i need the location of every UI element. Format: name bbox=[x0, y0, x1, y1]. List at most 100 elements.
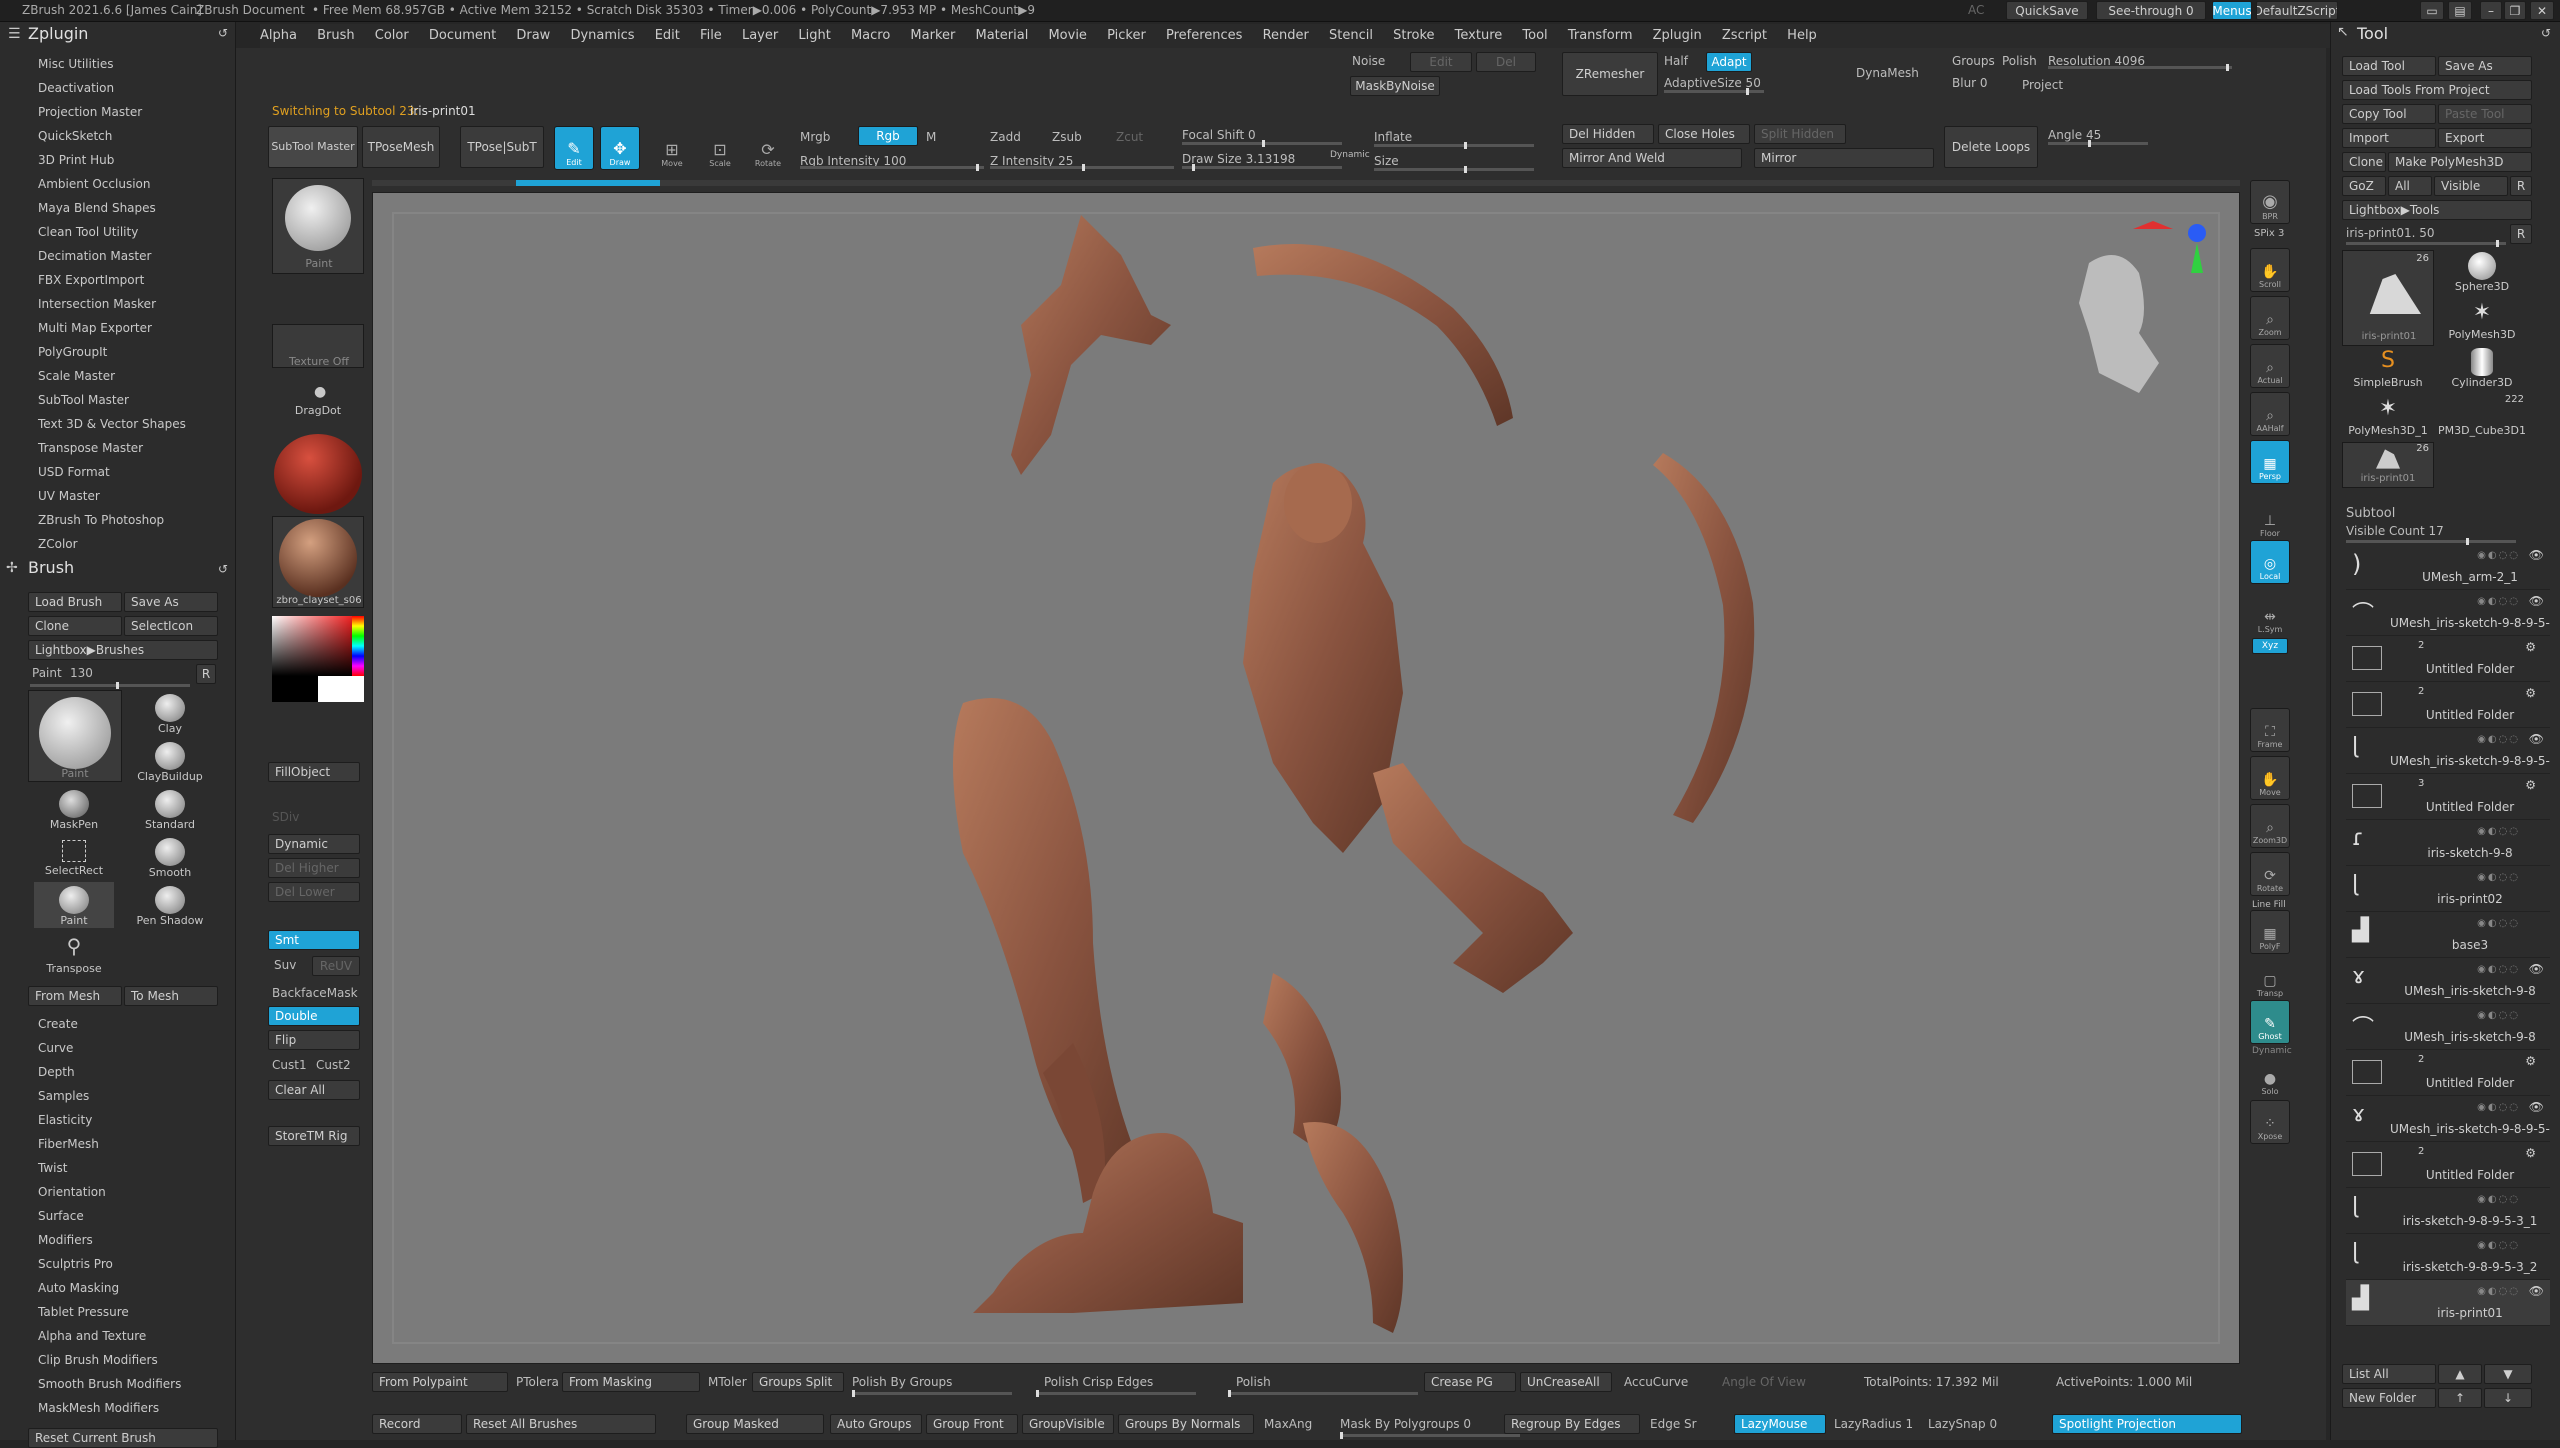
move-palette-icon[interactable]: ↖ bbox=[2337, 24, 2349, 40]
move-view-button[interactable]: ✋ Move bbox=[2250, 756, 2290, 800]
zcut-toggle[interactable]: Zcut bbox=[1116, 130, 1143, 144]
material-picker[interactable]: zbro_clayset_s06 bbox=[272, 516, 364, 608]
project-toggle[interactable]: Project bbox=[2022, 78, 2063, 92]
menu-stencil[interactable]: Stencil bbox=[1329, 24, 1373, 48]
subtool-row[interactable]: ) ◉◐◌◌ 👁 UMesh_arm-2_1 bbox=[2346, 544, 2550, 590]
export-button[interactable]: Export bbox=[2438, 128, 2532, 148]
menu-movie[interactable]: Movie bbox=[1048, 24, 1086, 48]
plugin-item[interactable]: ZBrush To Photoshop bbox=[0, 508, 236, 532]
lightbox-tools-button[interactable]: Lightbox▶Tools bbox=[2342, 200, 2532, 220]
zadd-toggle[interactable]: Zadd bbox=[990, 130, 1021, 144]
polyf-button[interactable]: ▦ PolyF bbox=[2250, 910, 2290, 954]
bpr-button[interactable]: ◉ BPR bbox=[2250, 180, 2290, 224]
m-toggle[interactable]: M bbox=[926, 130, 936, 144]
menu-color[interactable]: Color bbox=[375, 24, 409, 48]
noise-edit-button[interactable]: Edit bbox=[1410, 52, 1472, 72]
zremesher-button[interactable]: ZRemesher bbox=[1562, 52, 1658, 96]
menu-file[interactable]: File bbox=[700, 24, 722, 48]
rotate-view-button[interactable]: ⟳ Rotate bbox=[2250, 852, 2290, 896]
reuv-button[interactable]: ReUV bbox=[312, 956, 360, 976]
clay-brush[interactable]: Clay bbox=[130, 690, 210, 736]
refresh-icon[interactable]: ↺ bbox=[218, 26, 228, 40]
menu-stroke[interactable]: Stroke bbox=[1393, 24, 1434, 48]
polish-toggle[interactable]: Polish bbox=[2002, 54, 2037, 68]
solo-button[interactable]: ● Solo bbox=[2250, 1054, 2290, 1098]
plugin-item[interactable]: USD Format bbox=[0, 460, 236, 484]
from-mesh-button[interactable]: From Mesh bbox=[28, 986, 122, 1006]
noise-toggle[interactable]: Noise bbox=[1352, 54, 1385, 68]
focal-shift-slider[interactable] bbox=[1182, 140, 1342, 147]
minimize-icon[interactable]: – bbox=[2480, 1, 2502, 20]
subtool-row[interactable]: ɾ ◉◐◌◌ iris-sketch-9-8 bbox=[2346, 820, 2550, 866]
menu-transform[interactable]: Transform bbox=[1568, 24, 1633, 48]
menu-zplugin[interactable]: Zplugin bbox=[1653, 24, 1702, 48]
subtool-row[interactable]: ɭ ◉◐◌◌ 👁 UMesh_iris-sketch-9-8-9-5-3_6 bbox=[2346, 728, 2550, 774]
move-button[interactable]: ⊞ Move bbox=[652, 126, 692, 170]
brush-subpalette[interactable]: Orientation bbox=[0, 1180, 236, 1204]
load-tool-button[interactable]: Load Tool bbox=[2342, 56, 2436, 76]
plugin-item[interactable]: PolyGroupIt bbox=[0, 340, 236, 364]
paste-tool-button[interactable]: Paste Tool bbox=[2438, 104, 2532, 124]
floor-button[interactable]: ⊥ Floor bbox=[2250, 496, 2290, 540]
mask-by-polygroups-slider[interactable] bbox=[1340, 1432, 1520, 1439]
gear-icon[interactable]: ⚙ bbox=[2525, 778, 2536, 792]
subtool-toggles[interactable]: ◉◐◌◌ bbox=[2477, 964, 2520, 975]
plugin-item[interactable]: Decimation Master bbox=[0, 244, 236, 268]
crease-pg-button[interactable]: Crease PG bbox=[1424, 1372, 1516, 1392]
plugin-item[interactable]: Scale Master bbox=[0, 364, 236, 388]
subtool-row[interactable]: 2 ⚙ Untitled Folder bbox=[2346, 682, 2550, 728]
menu-marker[interactable]: Marker bbox=[910, 24, 955, 48]
copy-tool-button[interactable]: Copy Tool bbox=[2342, 104, 2436, 124]
smt-toggle[interactable]: Smt bbox=[268, 930, 360, 950]
rotate-button[interactable]: ⟳ Rotate bbox=[748, 126, 788, 170]
reset-current-brush-button[interactable]: Reset Current Brush bbox=[28, 1428, 218, 1448]
goz-all-button[interactable]: All bbox=[2388, 176, 2432, 196]
plugin-item[interactable]: SubTool Master bbox=[0, 388, 236, 412]
subtool-toggles[interactable]: ◉◐◌◌ bbox=[2477, 596, 2520, 607]
layout-icon[interactable]: ▤ bbox=[2448, 1, 2472, 20]
subtool-toggles[interactable]: ◉◐◌◌ bbox=[2477, 1286, 2520, 1297]
subtool-toggles[interactable]: ◉◐◌◌ bbox=[2477, 550, 2520, 561]
standard-brush[interactable]: Standard bbox=[130, 786, 210, 832]
clear-all-button[interactable]: Clear All bbox=[268, 1080, 360, 1100]
brush-header[interactable]: Brush bbox=[28, 558, 74, 577]
list-all-button[interactable]: List All bbox=[2342, 1364, 2436, 1384]
plugin-item[interactable]: Multi Map Exporter bbox=[0, 316, 236, 340]
polish-crisp-slider[interactable] bbox=[1036, 1390, 1196, 1397]
resolution-slider[interactable] bbox=[2048, 64, 2232, 71]
group-visible-button[interactable]: GroupVisible bbox=[1022, 1414, 1114, 1434]
brush-subpalette[interactable]: Surface bbox=[0, 1204, 236, 1228]
plugin-item[interactable]: Intersection Masker bbox=[0, 292, 236, 316]
plugin-item[interactable]: Ambient Occlusion bbox=[0, 172, 236, 196]
brush-subpalette[interactable]: Smooth Brush Modifiers bbox=[0, 1372, 236, 1396]
eye-icon[interactable]: 👁 bbox=[2529, 594, 2544, 608]
dynamesh-toggle[interactable]: DynaMesh bbox=[1856, 66, 1919, 80]
subtool-toggles[interactable]: ◉◐◌◌ bbox=[2477, 918, 2520, 929]
z-intensity-slider[interactable] bbox=[990, 164, 1174, 171]
brush-subpalette[interactable]: Auto Masking bbox=[0, 1276, 236, 1300]
refresh-icon[interactable]: ↺ bbox=[218, 562, 228, 576]
brush-subpalette[interactable]: Twist bbox=[0, 1156, 236, 1180]
restore-icon[interactable]: ❐ bbox=[2504, 1, 2526, 20]
eye-icon[interactable]: 👁 bbox=[2529, 1100, 2544, 1114]
goz-visible-button[interactable]: Visible bbox=[2434, 176, 2508, 196]
brush-subpalette[interactable]: Create bbox=[0, 1012, 236, 1036]
menu-help[interactable]: Help bbox=[1787, 24, 1817, 48]
reset-all-brushes-button[interactable]: Reset All Brushes bbox=[466, 1414, 656, 1434]
load-brush-button[interactable]: Load Brush bbox=[28, 592, 122, 612]
subtool-row[interactable]: ▟ ◉◐◌◌ base3 bbox=[2346, 912, 2550, 958]
current-tool-slider[interactable] bbox=[2346, 240, 2506, 247]
flip-button[interactable]: Flip bbox=[268, 1030, 360, 1050]
menu-brush[interactable]: Brush bbox=[317, 24, 355, 48]
eye-icon[interactable]: 👁 bbox=[2529, 548, 2544, 562]
brush-subpalette[interactable]: Samples bbox=[0, 1084, 236, 1108]
zplugin-header[interactable]: Zplugin bbox=[28, 24, 88, 43]
half-toggle[interactable]: Half bbox=[1664, 54, 1688, 68]
brush-subpalette[interactable]: Tablet Pressure bbox=[0, 1300, 236, 1324]
plugin-item[interactable]: Deactivation bbox=[0, 76, 236, 100]
penshadow-brush[interactable]: Pen Shadow bbox=[130, 882, 210, 928]
brush-subpalette[interactable]: FiberMesh bbox=[0, 1132, 236, 1156]
transpose-brush[interactable]: ⚲ Transpose bbox=[34, 930, 114, 976]
import-button[interactable]: Import bbox=[2342, 128, 2436, 148]
brush-subpalette[interactable]: Modifiers bbox=[0, 1228, 236, 1252]
